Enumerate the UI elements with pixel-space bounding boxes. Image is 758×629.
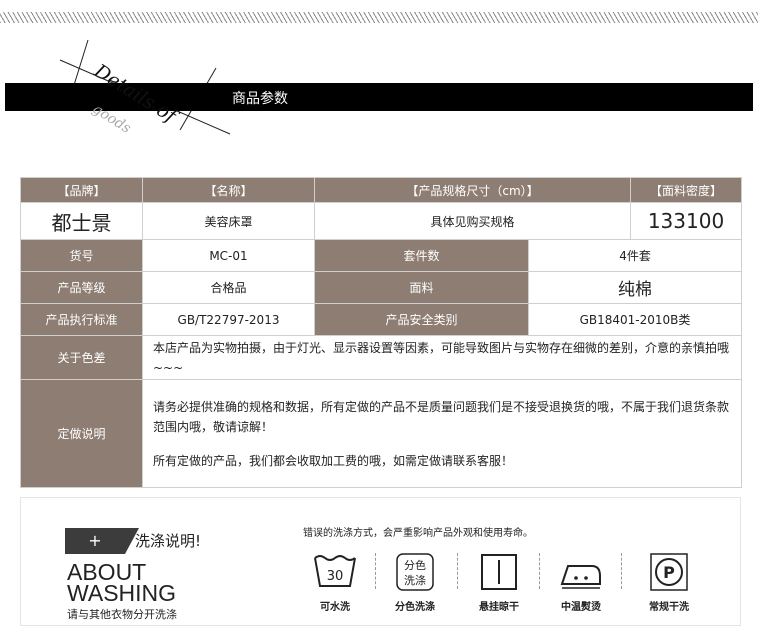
washing-note: 请与其他衣物分开洗涤 — [67, 608, 177, 621]
plus-icon: + — [65, 528, 125, 554]
tub-temperature: 30 — [327, 569, 344, 584]
iron-medium-icon — [560, 565, 601, 589]
care-label: 分色洗涤 — [395, 602, 435, 613]
safety-class-label: 产品安全类别 — [314, 303, 529, 336]
grade-value: 合格品 — [142, 271, 315, 304]
table-header-row: 【品牌】 【名称】 【产品规格尺寸（cm）】 【面料密度】 — [20, 177, 743, 203]
care-divider — [375, 553, 376, 589]
care-divider — [539, 553, 540, 589]
dry-clean-p-icon: P — [650, 553, 688, 591]
about-washing-heading: ABOUT WASHING — [67, 561, 177, 606]
set-count-value: 4件套 — [527, 239, 743, 272]
table-row: 关于色差 本店产品为实物拍摄，由于灯光、显示器设置等因素，可能导致图片与实物存在… — [20, 335, 743, 380]
size-value: 具体见购买规格 — [313, 202, 632, 240]
custom-label: 定做说明 — [20, 379, 143, 488]
table-row: 都士景 美容床罩 具体见购买规格 133100 — [20, 202, 743, 240]
washtub-30-icon: 30 — [314, 555, 356, 587]
care-divider — [621, 553, 622, 589]
color-diff-label: 关于色差 — [20, 335, 143, 380]
header-size: 【产品规格尺寸（cm）】 — [313, 177, 632, 203]
care-item-separate: 分色 洗涤 分色洗涤 — [377, 552, 453, 613]
care-item-iron: 中温熨烫 — [543, 552, 619, 613]
safety-class-value: GB18401-2010B类 — [527, 303, 743, 336]
header-brand: 【品牌】 — [20, 177, 143, 203]
dry-clean-letter: P — [663, 563, 675, 582]
care-label: 中温熨烫 — [561, 602, 601, 613]
brand-value: 都士景 — [20, 202, 143, 240]
fabric-label: 面料 — [314, 271, 529, 304]
washing-panel: + 洗涤说明! ABOUT WASHING 请与其他衣物分开洗涤 错误的洗涤方式… — [20, 497, 741, 626]
care-label: 悬挂晾干 — [479, 602, 519, 613]
density-value: 133100 — [630, 202, 743, 240]
care-item-dry-clean: P 常规干洗 — [631, 552, 707, 613]
care-item-hang-dry: 悬挂晾干 — [461, 552, 537, 613]
set-count-label: 套件数 — [314, 239, 529, 272]
section-title: 商品参数 — [232, 91, 288, 107]
header-density: 【面料密度】 — [630, 177, 743, 203]
table-row: 产品等级 合格品 面料 纯棉 — [20, 271, 743, 304]
custom-text-2: 所有定做的产品，我们都会收取加工费的哦，如需定做请联系客服！ — [153, 453, 514, 468]
custom-text: 请务必提供准确的规格和数据，所有定做的产品不是质量问题我们是不接受退换货的哦，不… — [141, 379, 743, 488]
care-label: 常规干洗 — [649, 602, 689, 613]
care-item-washable: 30 可水洗 — [297, 552, 373, 613]
care-divider — [457, 553, 458, 589]
table-row: 定做说明 请务必提供准确的规格和数据，所有定做的产品不是质量问题我们是不接受退换… — [20, 379, 743, 488]
hang-dry-icon — [481, 554, 517, 590]
custom-text-1: 请务必提供准确的规格和数据，所有定做的产品不是质量问题我们是不接受退换货的哦，不… — [153, 399, 730, 434]
fabric-value: 纯棉 — [527, 271, 743, 304]
separate-line-1: 分色 — [404, 558, 426, 572]
product-params-table: 【品牌】 【名称】 【产品规格尺寸（cm）】 【面料密度】 都士景 美容床罩 具… — [20, 177, 743, 488]
grade-label: 产品等级 — [20, 271, 143, 304]
name-value: 美容床罩 — [142, 202, 315, 240]
standard-value: GB/T22797-2013 — [142, 303, 315, 336]
about-line-2: WASHING — [67, 580, 177, 606]
separate-color-icon: 分色 洗涤 — [396, 553, 434, 591]
washing-warning: 错误的洗涤方式，会严重影响产品外观和使用寿命。 — [303, 528, 533, 539]
header-name: 【名称】 — [142, 177, 315, 203]
table-row: 产品执行标准 GB/T22797-2013 产品安全类别 GB18401-201… — [20, 303, 743, 336]
standard-label: 产品执行标准 — [20, 303, 143, 336]
item-no-value: MC-01 — [142, 239, 315, 272]
item-no-label: 货号 — [20, 239, 143, 272]
table-row: 货号 MC-01 套件数 4件套 — [20, 239, 743, 272]
washing-title: 洗涤说明! — [135, 532, 202, 550]
color-diff-text: 本店产品为实物拍摄，由于灯光、显示器设置等因素，可能导致图片与实物存在细微的差别… — [141, 335, 743, 380]
separate-line-2: 洗涤 — [404, 573, 426, 587]
care-label: 可水洗 — [320, 602, 350, 613]
